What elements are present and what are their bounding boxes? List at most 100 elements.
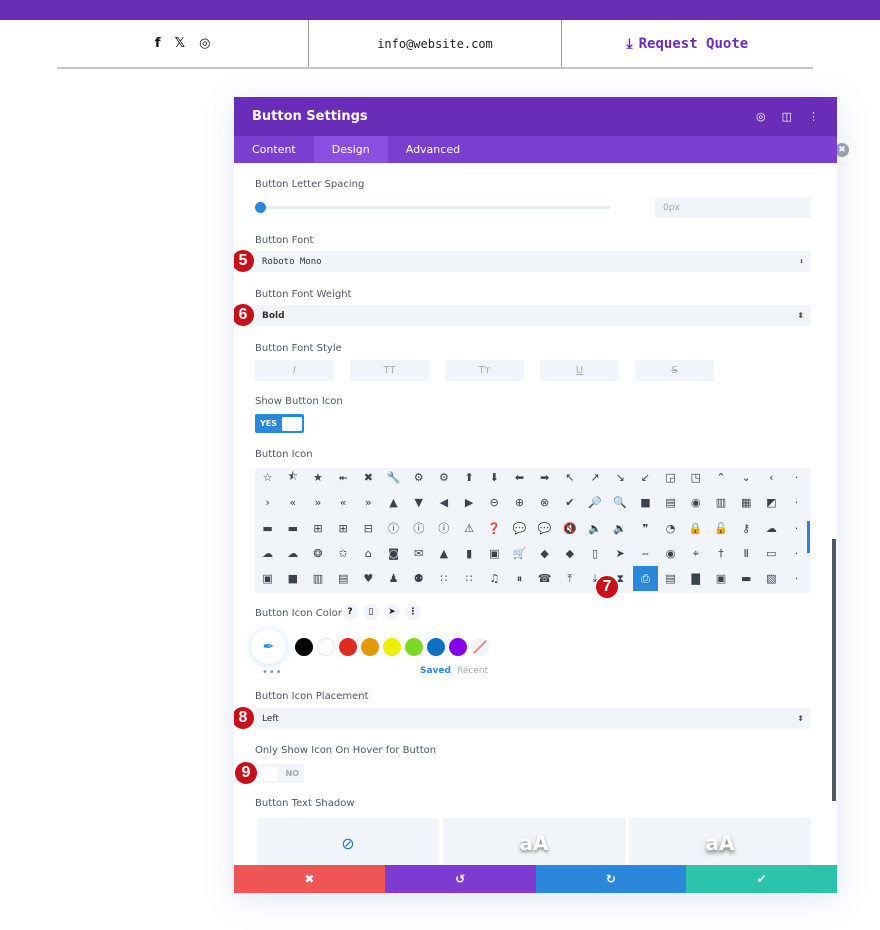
letter-spacing-slider[interactable] bbox=[260, 206, 610, 209]
icon-option[interactable]: · bbox=[784, 468, 809, 490]
icon-option[interactable]: ▤ bbox=[658, 490, 683, 515]
icon-option[interactable]: ⓘ bbox=[381, 516, 406, 541]
icon-option[interactable]: ⚉ bbox=[406, 566, 431, 591]
icon-option[interactable]: ⏸ bbox=[507, 566, 532, 591]
save-button[interactable]: ✔ bbox=[686, 865, 837, 893]
color-swatch[interactable] bbox=[405, 637, 423, 656]
icon-option[interactable]: ✖ bbox=[356, 468, 381, 490]
icon-option[interactable]: ▥ bbox=[708, 490, 733, 515]
color-swatch[interactable] bbox=[361, 637, 379, 656]
icon-option[interactable]: ☁ bbox=[255, 541, 280, 566]
icon-option[interactable]: ▣ bbox=[482, 541, 507, 566]
icon-option[interactable]: · bbox=[784, 516, 809, 541]
recent-colors-tab[interactable]: Recent bbox=[457, 666, 488, 676]
icon-option[interactable]: ⊞ bbox=[331, 516, 356, 541]
capitalize-button[interactable]: Tᴛ bbox=[445, 360, 524, 381]
icon-option[interactable]: ☆ bbox=[255, 468, 280, 490]
icon-option[interactable]: ◲ bbox=[658, 468, 683, 490]
icon-option[interactable]: ▬ bbox=[280, 516, 305, 541]
icon-option[interactable]: ◆ bbox=[532, 541, 557, 566]
more-icon[interactable]: ⋮ bbox=[405, 604, 421, 620]
icon-option[interactable]: » bbox=[305, 490, 330, 515]
icon-option[interactable]: 🔓 bbox=[708, 516, 733, 541]
icon-option[interactable]: ⓘ bbox=[431, 516, 456, 541]
instagram-icon[interactable]: ◎ bbox=[199, 36, 210, 51]
icon-option[interactable]: 🔉 bbox=[608, 516, 633, 541]
more-icon[interactable]: ⋮ bbox=[808, 110, 819, 123]
icon-option[interactable]: ▬ bbox=[255, 516, 280, 541]
icon-option[interactable]: ↘ bbox=[608, 468, 633, 490]
icon-option[interactable]: ✔ bbox=[557, 490, 582, 515]
icon-option[interactable]: ↗ bbox=[582, 468, 607, 490]
tab-content[interactable]: Content bbox=[234, 136, 314, 163]
pointer-icon[interactable]: ➤ bbox=[384, 604, 400, 620]
icon-option[interactable]: ⵧ bbox=[633, 541, 658, 566]
facebook-icon[interactable]: f bbox=[155, 36, 161, 51]
icon-option[interactable]: ▲ bbox=[431, 541, 456, 566]
icon-option[interactable]: ‹ bbox=[759, 468, 784, 490]
icon-option[interactable]: ▦ bbox=[734, 490, 759, 515]
icon-option[interactable]: ⯪ bbox=[280, 468, 305, 490]
icon-option[interactable]: ☎ bbox=[532, 566, 557, 591]
more-colors-icon[interactable]: ••• bbox=[262, 667, 283, 678]
strikethrough-button[interactable]: S bbox=[635, 360, 714, 381]
icon-option[interactable]: ▧ bbox=[759, 566, 784, 591]
icon-option[interactable]: ▥ bbox=[305, 566, 330, 591]
icon-picker-scrollbar[interactable] bbox=[807, 521, 810, 553]
icon-option[interactable]: ∷ bbox=[457, 566, 482, 591]
icon-option[interactable]: · bbox=[784, 566, 809, 591]
twitter-icon[interactable]: 𝕏 bbox=[175, 36, 185, 51]
icon-option[interactable]: ⊕ bbox=[507, 490, 532, 515]
icon-option[interactable]: « bbox=[331, 490, 356, 515]
icon-option[interactable]: 💬 bbox=[532, 516, 557, 541]
tab-advanced[interactable]: Advanced bbox=[388, 136, 478, 163]
undo-button[interactable]: ↺ bbox=[384, 865, 536, 893]
icon-option[interactable]: ▤ bbox=[658, 566, 683, 591]
icon-option[interactable]: ⚷ bbox=[734, 516, 759, 541]
icon-option[interactable]: ⊞ bbox=[305, 516, 330, 541]
icon-option[interactable]: ▇ bbox=[683, 566, 708, 591]
icon-option[interactable]: ▮ bbox=[457, 541, 482, 566]
icon-option[interactable]: ✉ bbox=[406, 541, 431, 566]
icon-option[interactable]: ❞ bbox=[633, 516, 658, 541]
color-swatch[interactable] bbox=[449, 637, 467, 656]
text-shadow-none[interactable]: ⊘ bbox=[257, 818, 439, 865]
uppercase-button[interactable]: TT bbox=[350, 360, 429, 381]
icon-placement-select[interactable]: Left ⬍ bbox=[255, 708, 811, 729]
icon-option[interactable]: ✩ bbox=[331, 541, 356, 566]
icon-option[interactable]: ⌄ bbox=[734, 468, 759, 490]
discard-button[interactable]: ✖ bbox=[234, 865, 385, 893]
request-quote-button[interactable]: ⤓ Request Quote bbox=[626, 36, 748, 52]
icon-option[interactable]: ▬ bbox=[734, 566, 759, 591]
color-swatch[interactable] bbox=[383, 637, 401, 656]
icon-option[interactable]: 🛒 bbox=[507, 541, 532, 566]
letter-spacing-input[interactable]: 0px bbox=[655, 197, 811, 218]
icon-option[interactable]: 🔇 bbox=[557, 516, 582, 541]
icon-option[interactable]: ⌃ bbox=[708, 468, 733, 490]
color-swatch[interactable] bbox=[295, 637, 313, 656]
icon-option[interactable]: ⌖ bbox=[683, 541, 708, 566]
settings-scrollbar[interactable] bbox=[832, 539, 836, 801]
icon-option[interactable]: ◀ bbox=[431, 490, 456, 515]
icon-option[interactable]: · bbox=[784, 541, 809, 566]
icon-option[interactable]: ▣ bbox=[255, 566, 280, 591]
icon-option[interactable]: 🔍 bbox=[608, 490, 633, 515]
icon-option[interactable]: ■ bbox=[280, 566, 305, 591]
icon-option[interactable]: ◳ bbox=[683, 468, 708, 490]
icon-option[interactable]: ▣ bbox=[708, 566, 733, 591]
font-weight-select[interactable]: Bold ⬍ bbox=[255, 305, 811, 326]
color-swatch[interactable] bbox=[317, 637, 335, 656]
email-link[interactable]: info@website.com bbox=[377, 37, 493, 51]
icon-option[interactable]: « bbox=[280, 490, 305, 515]
icon-option[interactable]: · bbox=[784, 490, 809, 515]
icon-option[interactable]: » bbox=[356, 490, 381, 515]
icon-option[interactable]: ▶ bbox=[457, 490, 482, 515]
mobile-icon[interactable]: ▯ bbox=[363, 604, 379, 620]
help-icon[interactable]: ? bbox=[342, 604, 358, 620]
icon-option[interactable]: ⊟ bbox=[356, 516, 381, 541]
icon-option[interactable]: ★ bbox=[305, 468, 330, 490]
icon-option[interactable]: ☁ bbox=[759, 516, 784, 541]
icon-option[interactable]: ▯ bbox=[582, 541, 607, 566]
icon-option[interactable]: ↙ bbox=[633, 468, 658, 490]
icon-option[interactable]: 🔈 bbox=[582, 516, 607, 541]
